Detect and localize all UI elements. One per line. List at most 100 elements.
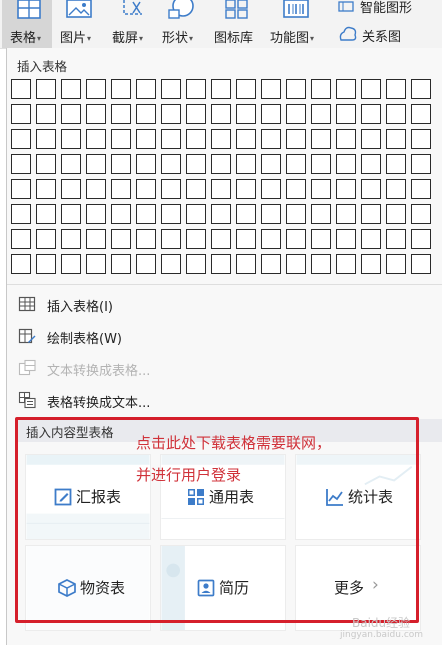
- smart-shape-button[interactable]: 智能图形: [338, 0, 442, 22]
- grid-cell[interactable]: [261, 154, 281, 174]
- grid-cell[interactable]: [136, 104, 156, 124]
- grid-cell[interactable]: [336, 254, 356, 274]
- grid-cell[interactable]: [111, 104, 131, 124]
- grid-cell[interactable]: [186, 104, 206, 124]
- grid-cell[interactable]: [336, 204, 356, 224]
- grid-cell[interactable]: [361, 104, 381, 124]
- grid-cell[interactable]: [211, 129, 231, 149]
- grid-cell[interactable]: [211, 254, 231, 274]
- grid-cell[interactable]: [386, 79, 406, 99]
- relation-chart-button[interactable]: 关系图: [338, 24, 442, 46]
- grid-cell[interactable]: [361, 79, 381, 99]
- grid-cell[interactable]: [236, 204, 256, 224]
- table-to-text-menu-item[interactable]: 表格转换成文本...: [7, 385, 442, 417]
- grid-cell[interactable]: [161, 179, 181, 199]
- grid-cell[interactable]: [261, 229, 281, 249]
- grid-cell[interactable]: [11, 204, 31, 224]
- grid-cell[interactable]: [86, 79, 106, 99]
- grid-cell[interactable]: [386, 104, 406, 124]
- grid-cell[interactable]: [186, 229, 206, 249]
- grid-cell[interactable]: [136, 229, 156, 249]
- grid-cell[interactable]: [86, 229, 106, 249]
- grid-cell[interactable]: [61, 104, 81, 124]
- grid-cell[interactable]: [386, 204, 406, 224]
- grid-cell[interactable]: [186, 254, 206, 274]
- grid-cell[interactable]: [336, 154, 356, 174]
- grid-cell[interactable]: [211, 154, 231, 174]
- grid-cell[interactable]: [36, 179, 56, 199]
- grid-cell[interactable]: [61, 204, 81, 224]
- grid-cell[interactable]: [86, 179, 106, 199]
- grid-cell[interactable]: [36, 129, 56, 149]
- grid-cell[interactable]: [136, 154, 156, 174]
- grid-cell[interactable]: [86, 154, 106, 174]
- text-to-table-menu-item[interactable]: 文本转换成表格...: [7, 353, 442, 385]
- grid-cell[interactable]: [386, 179, 406, 199]
- grid-cell[interactable]: [261, 254, 281, 274]
- grid-cell[interactable]: [361, 204, 381, 224]
- grid-cell[interactable]: [11, 254, 31, 274]
- grid-cell[interactable]: [336, 229, 356, 249]
- grid-cell[interactable]: [286, 104, 306, 124]
- grid-cell[interactable]: [411, 79, 431, 99]
- grid-cell[interactable]: [186, 179, 206, 199]
- grid-cell[interactable]: [286, 154, 306, 174]
- grid-cell[interactable]: [61, 154, 81, 174]
- grid-cell[interactable]: [336, 129, 356, 149]
- grid-cell[interactable]: [236, 79, 256, 99]
- grid-cell[interactable]: [311, 104, 331, 124]
- grid-cell[interactable]: [161, 104, 181, 124]
- grid-cell[interactable]: [86, 129, 106, 149]
- grid-cell[interactable]: [61, 229, 81, 249]
- grid-cell[interactable]: [386, 129, 406, 149]
- screenshot-button[interactable]: 截屏▾: [108, 0, 154, 48]
- grid-cell[interactable]: [336, 179, 356, 199]
- grid-cell[interactable]: [111, 179, 131, 199]
- grid-cell[interactable]: [11, 154, 31, 174]
- grid-cell[interactable]: [61, 179, 81, 199]
- grid-cell[interactable]: [261, 129, 281, 149]
- grid-cell[interactable]: [236, 129, 256, 149]
- grid-cell[interactable]: [11, 179, 31, 199]
- grid-cell[interactable]: [311, 79, 331, 99]
- grid-cell[interactable]: [236, 154, 256, 174]
- grid-cell[interactable]: [261, 179, 281, 199]
- grid-cell[interactable]: [11, 104, 31, 124]
- grid-cell[interactable]: [361, 254, 381, 274]
- draw-table-menu-item[interactable]: 绘制表格(W): [7, 321, 442, 353]
- icon-library-button[interactable]: 图标库: [212, 0, 262, 48]
- grid-cell[interactable]: [211, 104, 231, 124]
- shape-button[interactable]: 形状▾: [160, 0, 206, 48]
- grid-cell[interactable]: [411, 229, 431, 249]
- grid-cell[interactable]: [186, 79, 206, 99]
- grid-cell[interactable]: [36, 204, 56, 224]
- grid-cell[interactable]: [161, 254, 181, 274]
- grid-cell[interactable]: [111, 79, 131, 99]
- grid-cell[interactable]: [86, 204, 106, 224]
- grid-cell[interactable]: [36, 254, 56, 274]
- table-button[interactable]: 表格▾: [4, 0, 52, 48]
- grid-cell[interactable]: [386, 229, 406, 249]
- grid-cell[interactable]: [161, 129, 181, 149]
- function-chart-button[interactable]: 功能图▾: [268, 0, 328, 48]
- grid-cell[interactable]: [311, 154, 331, 174]
- grid-cell[interactable]: [336, 79, 356, 99]
- grid-cell[interactable]: [61, 129, 81, 149]
- grid-cell[interactable]: [236, 179, 256, 199]
- grid-cell[interactable]: [286, 229, 306, 249]
- grid-cell[interactable]: [186, 154, 206, 174]
- grid-cell[interactable]: [211, 204, 231, 224]
- grid-cell[interactable]: [136, 179, 156, 199]
- grid-cell[interactable]: [311, 254, 331, 274]
- grid-cell[interactable]: [161, 204, 181, 224]
- grid-cell[interactable]: [286, 204, 306, 224]
- grid-cell[interactable]: [411, 254, 431, 274]
- grid-cell[interactable]: [86, 254, 106, 274]
- grid-cell[interactable]: [11, 79, 31, 99]
- grid-cell[interactable]: [411, 104, 431, 124]
- grid-cell[interactable]: [361, 129, 381, 149]
- grid-cell[interactable]: [111, 129, 131, 149]
- grid-cell[interactable]: [36, 79, 56, 99]
- grid-cell[interactable]: [36, 104, 56, 124]
- grid-cell[interactable]: [411, 204, 431, 224]
